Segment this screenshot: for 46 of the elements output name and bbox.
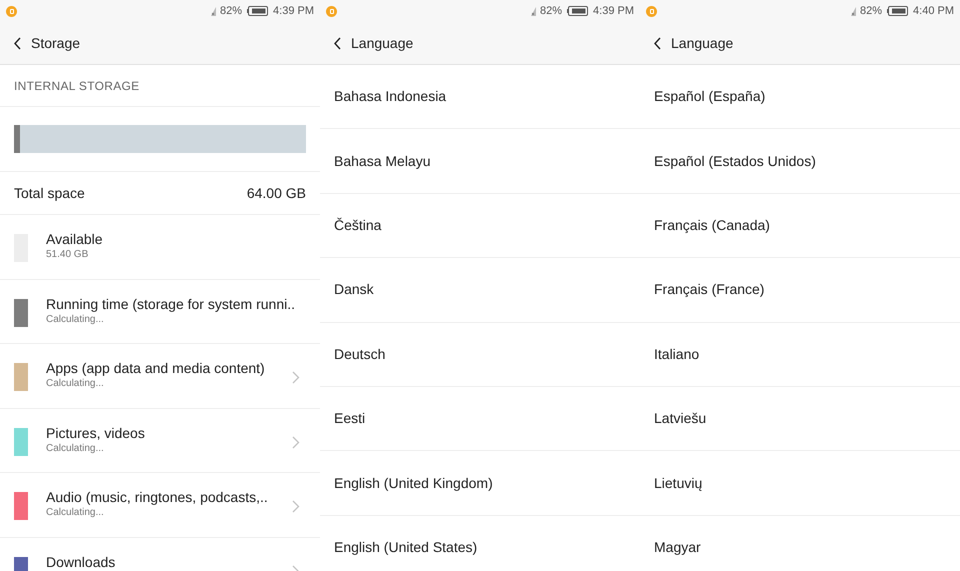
language-option[interactable]: Italiano (640, 322, 960, 387)
battery-percent: 82% (540, 4, 562, 19)
category-size: Calculating... (46, 506, 105, 520)
section-title: INTERNAL STORAGE (14, 78, 140, 94)
total-space-label: Total space (14, 184, 85, 203)
status-time: 4:40 PM (913, 4, 954, 19)
category-name: Pictures, videos (46, 424, 146, 442)
battery-percent: 82% (860, 4, 882, 19)
storage-category-row[interactable]: Pictures, videos Calculating... (0, 408, 320, 473)
screen-title: Language (351, 34, 414, 53)
language-option[interactable]: Español (Estados Unidos) (640, 129, 960, 194)
back-icon[interactable] (334, 36, 341, 50)
status-time: 4:39 PM (273, 4, 314, 19)
notification-icon (6, 6, 17, 16)
notification-icon (646, 6, 657, 16)
category-size: 51.40 GB (46, 248, 90, 262)
battery-percent: 82% (220, 4, 242, 19)
category-name: Running time (storage for system runni.. (46, 294, 296, 312)
category-name: Audio (music, ringtones, podcasts,.. (46, 488, 269, 506)
signal-icon (850, 6, 857, 16)
signal-icon (210, 6, 217, 16)
language-option[interactable]: Magyar (640, 516, 960, 571)
category-size: Calculating... (46, 377, 105, 391)
language-option[interactable]: Lietuvių (640, 451, 960, 516)
language-option[interactable]: Français (France) (640, 258, 960, 323)
back-icon[interactable] (14, 36, 21, 50)
screen-title: Language (671, 34, 734, 53)
language-option[interactable]: Français (Canada) (640, 194, 960, 258)
notification-icon (326, 6, 337, 16)
category-name: Available (46, 230, 104, 248)
battery-icon (887, 6, 908, 16)
back-icon[interactable] (654, 36, 661, 50)
category-size: Calculating... (46, 442, 105, 456)
language-option[interactable]: Latviešu (640, 386, 960, 452)
battery-icon (247, 6, 268, 16)
category-size: Calculating... (46, 312, 105, 326)
battery-icon (567, 6, 588, 16)
storage-category-row[interactable]: Apps (app data and media content) Calculating... (0, 344, 320, 408)
status-time: 4:39 PM (593, 4, 634, 19)
screen-title: Storage (31, 34, 80, 53)
category-name: Apps (app data and media content) (46, 359, 266, 377)
language-option[interactable]: Español (España) (640, 65, 960, 130)
total-space-value: 64.00 GB (246, 184, 306, 202)
storage-category-row[interactable]: Audio (music, ringtones, podcasts,.. Calculating... (0, 473, 320, 538)
category-name: Downloads (46, 552, 116, 570)
signal-icon (530, 6, 537, 16)
